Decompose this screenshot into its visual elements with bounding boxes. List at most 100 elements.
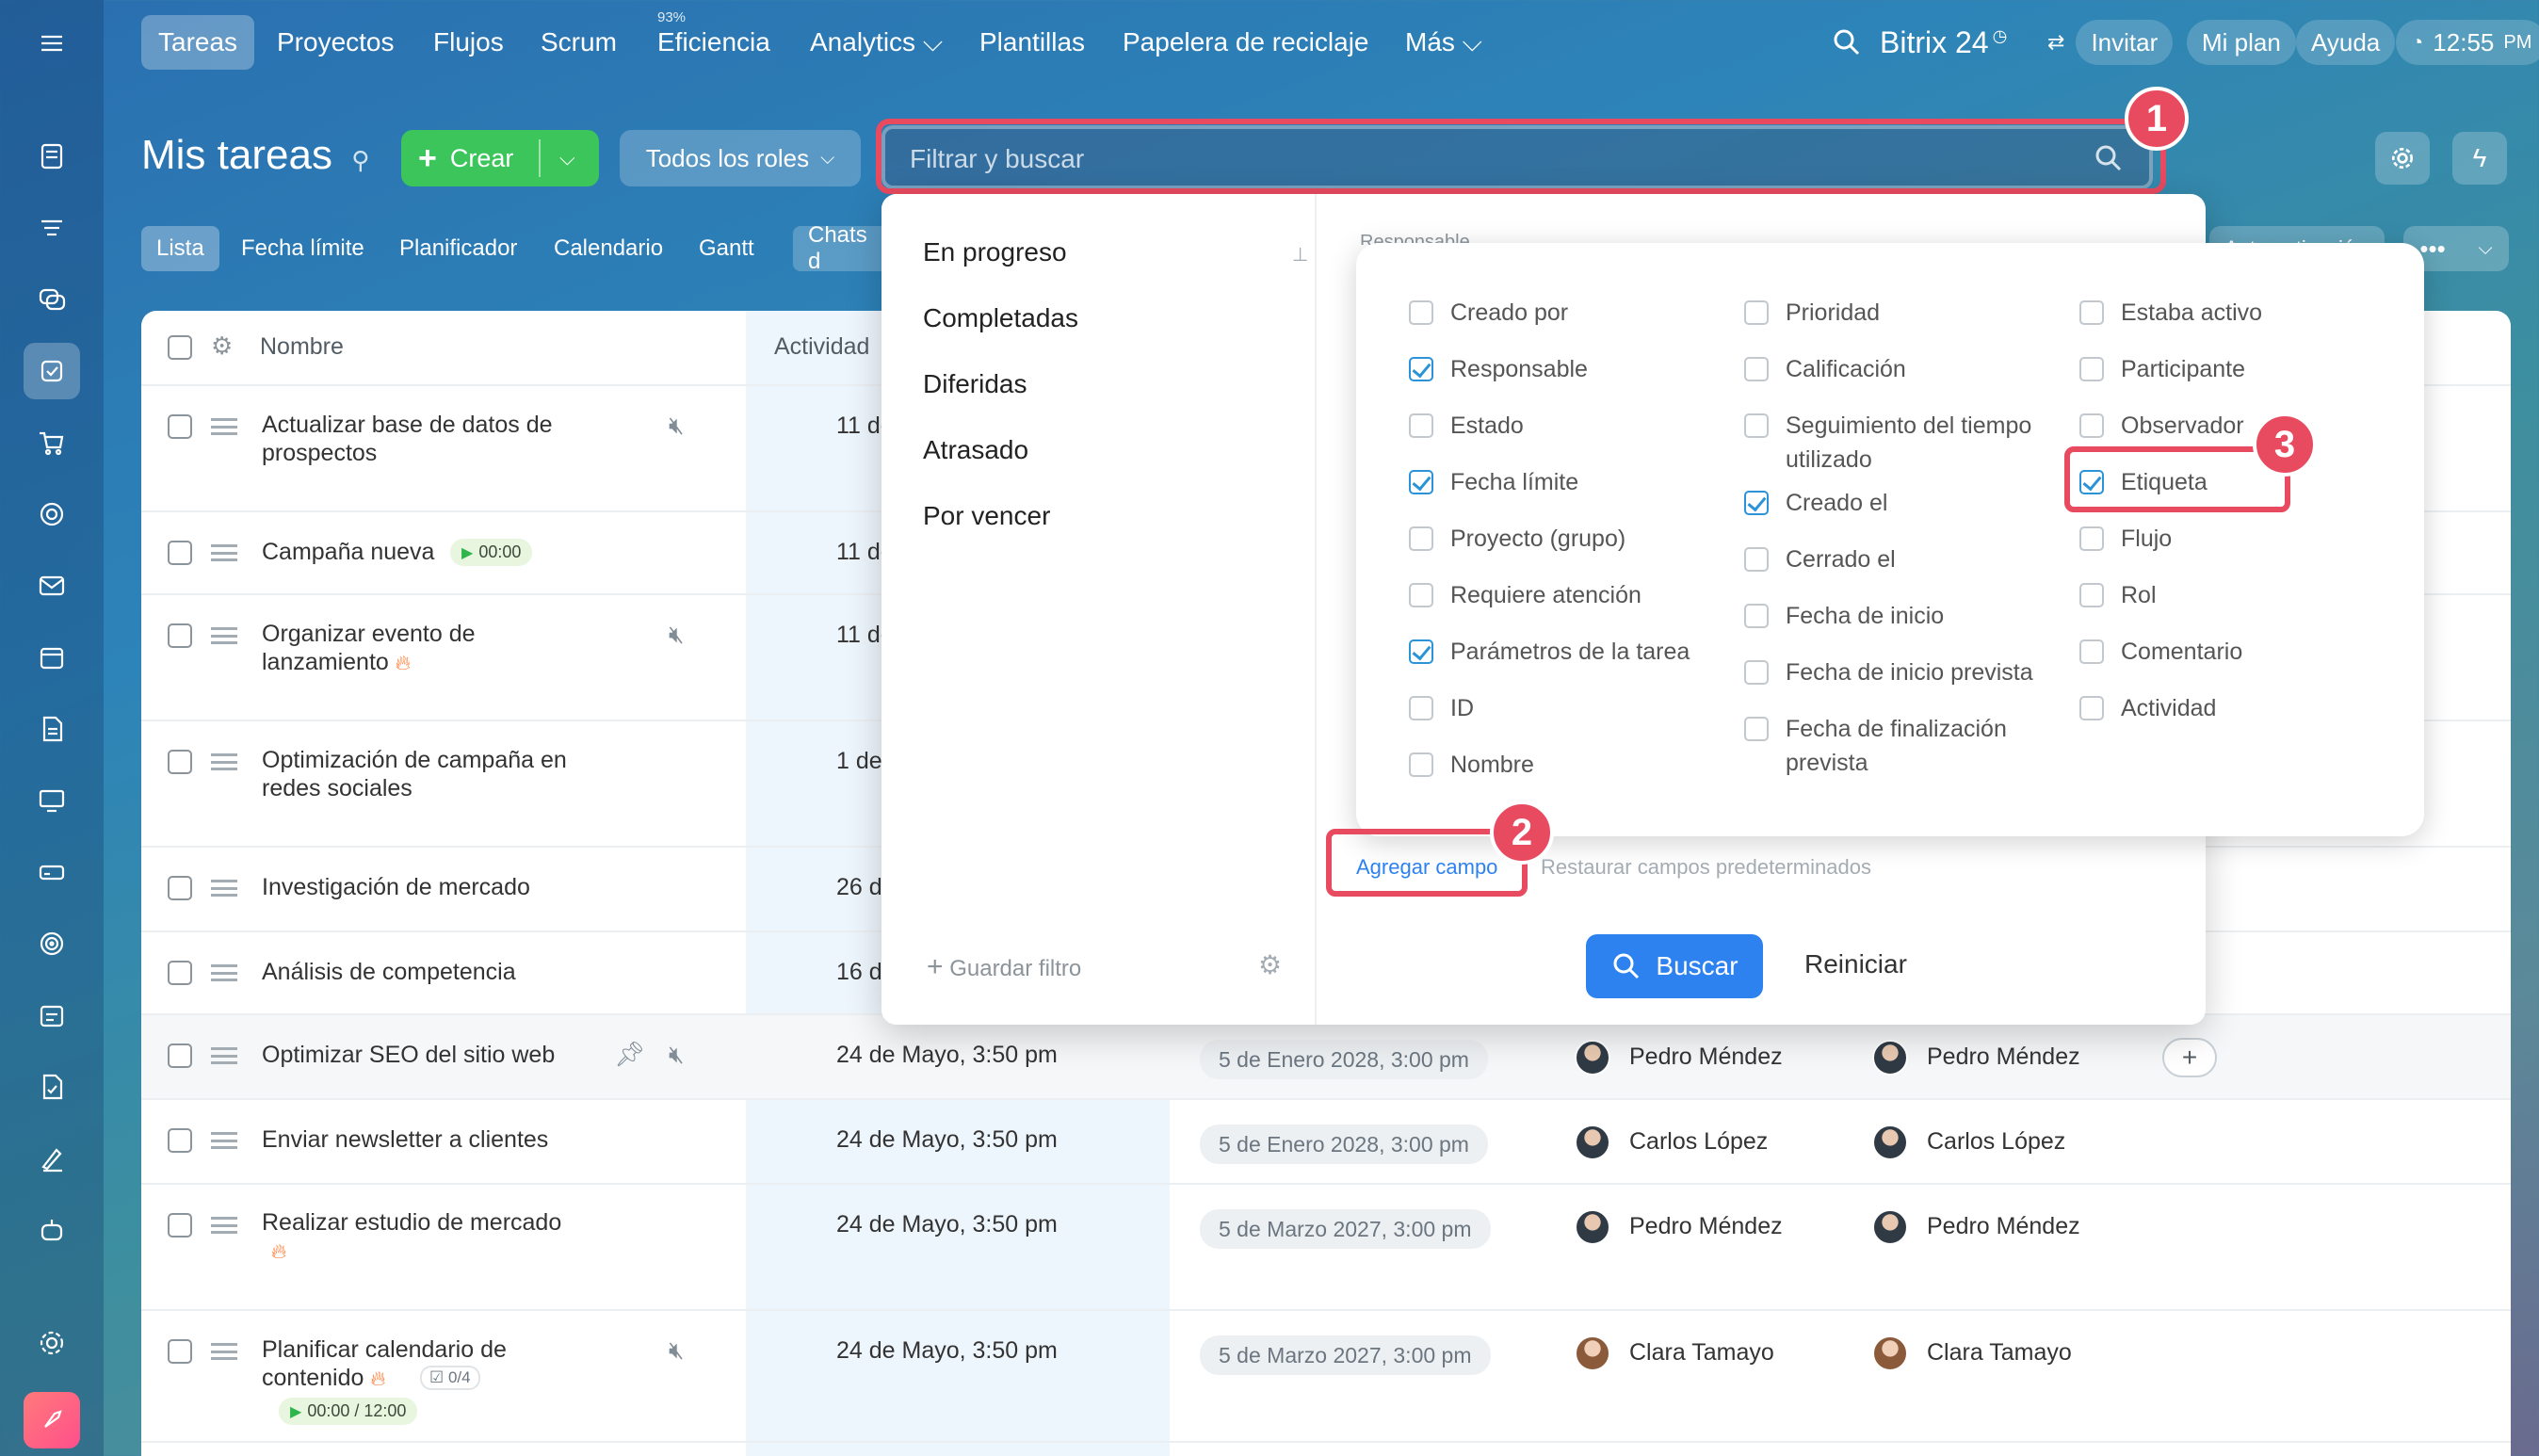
column-header-activity[interactable]: Actividad (774, 333, 869, 361)
document-icon[interactable] (24, 701, 80, 757)
drag-handle-icon[interactable] (211, 1132, 237, 1149)
board-icon[interactable] (24, 772, 80, 829)
field-checkbox[interactable] (1409, 639, 1433, 664)
field-option-label[interactable]: Fecha de inicio prevista (1786, 655, 2059, 689)
responsible-name[interactable]: Pedro Méndez (1629, 1043, 1783, 1071)
nav-papelera[interactable]: Papelera de reciclaje (1106, 15, 1386, 70)
roles-dropdown[interactable]: Todos los roles ⌵ (620, 130, 861, 186)
row-checkbox[interactable] (168, 1043, 192, 1068)
deadline-pill[interactable]: 5 de Marzo 2027, 3:00 pm (1200, 1209, 1491, 1249)
my-plan-button[interactable]: Mi plan (2187, 17, 2296, 68)
drag-handle-icon[interactable] (211, 418, 237, 435)
field-checkbox[interactable] (1744, 357, 1769, 381)
field-checkbox[interactable] (2079, 470, 2104, 494)
row-checkbox[interactable] (168, 961, 192, 985)
sites-icon[interactable] (24, 486, 80, 542)
restore-fields-link[interactable]: Restaurar campos predeterminados (1541, 855, 1871, 880)
responsible-name[interactable]: Pedro Méndez (1629, 1213, 1783, 1240)
tab-fecha-limite[interactable]: Fecha límite (226, 226, 380, 271)
funnel-icon[interactable] (24, 200, 80, 256)
mute-icon[interactable]: 🔇︎ (669, 1335, 684, 1366)
table-row[interactable]: Planificar calendario de contenido 🔥︎ ☑ … (141, 1311, 2511, 1443)
clock-widget[interactable]: ◔ 12:55 PM (2396, 17, 2539, 68)
field-checkbox[interactable] (2079, 526, 2104, 551)
timer-badge[interactable]: ▶ 00:00 (450, 539, 533, 566)
mute-icon[interactable]: 🔇︎ (669, 1040, 684, 1070)
mail-icon[interactable] (24, 558, 80, 614)
row-checkbox[interactable] (168, 414, 192, 439)
drive-icon[interactable] (24, 844, 80, 900)
lightning-button[interactable]: ϟ (2452, 132, 2507, 185)
mute-icon[interactable]: 🔇︎ (669, 620, 684, 650)
avatar[interactable] (1575, 1040, 1610, 1076)
field-option-label[interactable]: Etiqueta (2121, 465, 2394, 499)
field-checkbox[interactable] (1744, 604, 1769, 628)
bot-icon[interactable] (24, 1202, 80, 1258)
field-option-label[interactable]: Prioridad (1786, 296, 2059, 330)
task-name-wrap[interactable]: Planificar calendario de contenido 🔥︎ (262, 1335, 544, 1393)
field-option-label[interactable]: Seguimiento del tiempo utilizado (1786, 409, 2059, 477)
field-checkbox[interactable] (2079, 413, 2104, 438)
task-name[interactable]: Investigación de mercado (262, 874, 530, 901)
preset-diferidas[interactable]: Diferidas (923, 369, 1027, 399)
field-checkbox[interactable] (1744, 491, 1769, 515)
table-row[interactable]: Realizar estudio de mercado 🔥︎ 24 de May… (141, 1185, 2511, 1311)
avatar[interactable] (1872, 1209, 1908, 1245)
creator-name[interactable]: Pedro Méndez (1927, 1043, 2080, 1071)
preset-atrasado[interactable]: Atrasado (923, 435, 1028, 465)
field-checkbox[interactable] (1744, 413, 1769, 438)
field-checkbox[interactable] (1409, 413, 1433, 438)
drag-handle-icon[interactable] (211, 964, 237, 981)
task-name[interactable]: Enviar newsletter a clientes (262, 1126, 548, 1154)
hamburger-icon[interactable] (24, 15, 80, 72)
field-checkbox[interactable] (1409, 300, 1433, 325)
field-option-label[interactable]: Requiere atención (1450, 578, 1723, 612)
search-button[interactable]: Buscar (1586, 934, 1763, 998)
responsible-name[interactable]: Carlos López (1629, 1128, 1768, 1156)
field-checkbox[interactable] (2079, 357, 2104, 381)
row-checkbox[interactable] (168, 876, 192, 900)
column-header-name[interactable]: Nombre (260, 333, 344, 361)
tab-chats[interactable]: Chats d (793, 226, 887, 271)
settings-icon[interactable] (24, 1315, 80, 1371)
field-checkbox[interactable] (1409, 583, 1433, 607)
preset-completadas[interactable]: Completadas (923, 303, 1078, 333)
table-row[interactable]: Optimizar SEO del sitio web 📌︎ 🔇︎ 24 de … (141, 1015, 2511, 1100)
responsible-name[interactable]: Clara Tamayo (1629, 1339, 1774, 1367)
row-checkbox[interactable] (168, 1339, 192, 1364)
deadline-pill[interactable]: 5 de Enero 2028, 3:00 pm (1200, 1040, 1488, 1079)
field-checkbox[interactable] (2079, 583, 2104, 607)
cart-icon[interactable] (24, 414, 80, 471)
avatar[interactable] (1872, 1124, 1908, 1160)
nav-plantillas[interactable]: Plantillas (962, 15, 1102, 70)
sign-icon[interactable] (24, 1130, 80, 1187)
drag-handle-icon[interactable] (211, 880, 237, 897)
field-checkbox[interactable] (1409, 526, 1433, 551)
tab-lista[interactable]: Lista (141, 226, 219, 271)
search-icon[interactable] (1831, 17, 1863, 68)
add-field-link[interactable]: Agregar campo (1356, 855, 1497, 880)
avatar[interactable] (1575, 1209, 1610, 1245)
table-settings-gear-icon[interactable]: ⚙ (211, 332, 233, 361)
feed-icon[interactable] (24, 128, 80, 185)
field-option-label[interactable]: Estaba activo (2121, 296, 2394, 330)
nav-eficiencia[interactable]: 93% Eficiencia (640, 9, 787, 70)
avatar[interactable] (1575, 1335, 1610, 1371)
preset-en-progreso[interactable]: En progreso (923, 237, 1067, 267)
tab-planificador[interactable]: Planificador (384, 226, 532, 271)
field-checkbox[interactable] (1744, 660, 1769, 685)
field-option-label[interactable]: Cerrado el (1786, 542, 2059, 576)
field-option-label[interactable]: Actividad (2121, 691, 2394, 725)
nav-analytics[interactable]: Analytics ⌵ (793, 15, 960, 70)
gear-icon[interactable]: ⚙ (1258, 949, 1282, 980)
nav-scrum[interactable]: Scrum (524, 15, 634, 70)
creator-name[interactable]: Pedro Méndez (1927, 1213, 2080, 1240)
task-name[interactable]: Optimización de campaña en redes sociale… (262, 746, 620, 802)
drag-handle-icon[interactable] (211, 627, 237, 644)
field-option-label[interactable]: Comentario (2121, 635, 2394, 669)
field-option-label[interactable]: Calificación (1786, 352, 2059, 386)
field-option-label[interactable]: Parámetros de la tarea (1450, 635, 1723, 669)
field-checkbox[interactable] (2079, 639, 2104, 664)
field-option-label[interactable]: Nombre (1450, 748, 1723, 782)
tab-calendario[interactable]: Calendario (539, 226, 678, 271)
